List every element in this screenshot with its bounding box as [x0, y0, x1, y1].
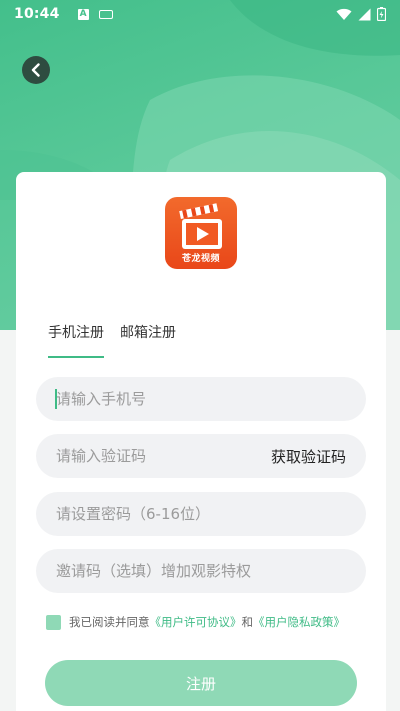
phone-input[interactable] — [56, 390, 346, 408]
terms-link[interactable]: 《用户许可协议》 — [150, 614, 242, 630]
tab-phone-register[interactable]: 手机注册 — [48, 322, 104, 358]
register-card: 苍龙视频 手机注册 邮箱注册 获取验证码 我已阅读并同意 《用户许可协议》 和 … — [16, 172, 386, 711]
phone-field[interactable] — [36, 377, 366, 421]
agreement-checkbox[interactable] — [46, 614, 61, 630]
signal-icon — [358, 8, 371, 20]
register-button[interactable]: 注册 — [45, 660, 357, 706]
chevron-left-icon — [31, 63, 40, 77]
code-field[interactable]: 获取验证码 — [36, 434, 366, 478]
invite-field[interactable] — [36, 549, 366, 593]
status-bar: 10:44 A — [0, 0, 400, 28]
app-logo: 苍龙视频 — [165, 197, 237, 269]
password-field[interactable] — [36, 492, 366, 536]
agreement-row: 我已阅读并同意 《用户许可协议》 和 《用户隐私政策》 — [46, 614, 345, 630]
text-cursor — [55, 389, 57, 409]
tab-email-register[interactable]: 邮箱注册 — [120, 322, 176, 358]
keyboard-icon — [98, 9, 113, 19]
code-input[interactable] — [56, 447, 246, 465]
status-icons — [336, 7, 386, 21]
wifi-icon — [336, 8, 352, 20]
password-input[interactable] — [56, 505, 346, 523]
register-tabs: 手机注册 邮箱注册 — [48, 322, 176, 358]
agreement-and: 和 — [241, 615, 254, 629]
notification-app-icon: A — [77, 8, 89, 20]
status-time: 10:44 — [14, 6, 60, 22]
privacy-link[interactable]: 《用户隐私政策》 — [253, 614, 345, 630]
back-button[interactable] — [22, 56, 50, 84]
agreement-prefix: 我已阅读并同意 — [69, 615, 150, 629]
battery-icon — [377, 7, 386, 21]
logo-label: 苍龙视频 — [181, 254, 220, 264]
invite-input[interactable] — [56, 562, 346, 580]
get-code-button[interactable]: 获取验证码 — [271, 446, 346, 467]
